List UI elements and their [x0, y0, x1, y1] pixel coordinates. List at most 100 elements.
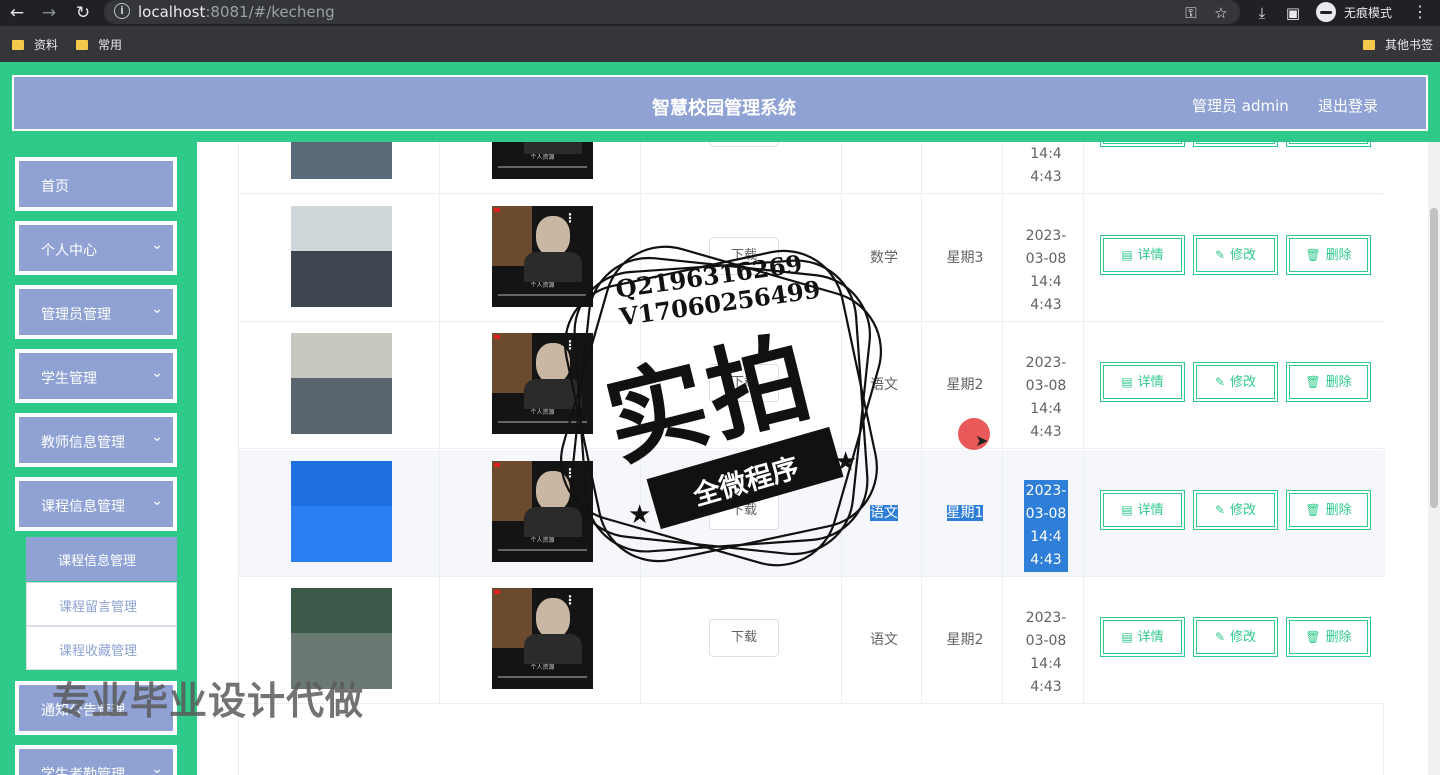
weekday-cell: 星期2 — [925, 374, 1005, 394]
course-video[interactable]: ⋮ 个人资源 — [492, 333, 593, 434]
course-video[interactable]: ⋮ 个人资源 — [492, 461, 593, 562]
detail-button[interactable]: ▤ 详情 — [1100, 617, 1185, 657]
created-time-cell: 2023-03-08 14:44:43 — [1006, 480, 1086, 572]
course-video[interactable]: ⋮ 个人资源 — [492, 206, 593, 307]
scrollbar-thumb[interactable] — [1430, 208, 1438, 508]
subject-cell: 语文 — [844, 502, 924, 522]
submenu-course-messages[interactable]: 课程留言管理 — [26, 582, 177, 626]
video-menu-icon[interactable]: ⋮ — [564, 211, 576, 225]
back-icon[interactable]: ← — [6, 2, 28, 24]
site-info-icon[interactable]: i — [114, 3, 130, 19]
weekday-text: 星期1 — [946, 505, 984, 521]
column-divider — [841, 577, 842, 704]
video-menu-icon[interactable]: ⋮ — [564, 593, 576, 607]
edit-button[interactable]: ✎ 修改 — [1193, 490, 1278, 530]
course-video[interactable]: ⋮ 个人资源 — [492, 588, 593, 689]
cover-image-bottom — [291, 251, 392, 307]
download-icon[interactable]: ⤓ — [1251, 2, 1273, 24]
url-path: :8081/#/kecheng — [205, 3, 335, 21]
table-row[interactable]: ⋮ 个人资源 下载 语文 星期2 2023-03-08 14:44:43 ▤ 详情 ✎ 修改 🗑 删除 — [239, 577, 1385, 704]
submenu-course-favorites[interactable]: 课程收藏管理 — [26, 626, 177, 670]
incognito-indicator[interactable]: 无痕模式 — [1314, 1, 1424, 23]
submenu-course-info[interactable]: 课程信息管理 — [26, 537, 177, 581]
course-cover-image[interactable] — [291, 206, 392, 307]
sidebar-item-personal-center[interactable]: 个人中心 ⌄ — [15, 221, 177, 275]
edit-button[interactable]: ✎ 修改 — [1193, 617, 1278, 657]
url-host: localhost — [138, 3, 206, 21]
video-frame-shirt — [524, 252, 582, 282]
incognito-label: 无痕模式 — [1344, 6, 1393, 20]
video-caption: 个人资源 — [530, 282, 555, 289]
subject-cell: 语文 — [844, 374, 924, 394]
course-cover-image[interactable] — [291, 461, 392, 562]
logout-link[interactable]: 退出登录 — [1318, 95, 1378, 116]
page-scrollbar[interactable] — [1428, 142, 1440, 775]
submenu-label: 课程收藏管理 — [59, 644, 138, 659]
sidebar-item-attendance-management[interactable]: 学生考勤管理 ⌄ — [15, 745, 177, 775]
sidebar-item-admin-management[interactable]: 管理员管理 ⌄ — [15, 285, 177, 339]
detail-label: 详情 — [1137, 630, 1164, 645]
download-button[interactable]: 下载 — [709, 619, 779, 657]
edit-pen-icon: ✎ — [1214, 503, 1226, 517]
created-time-text: 2023-03-08 14:44:43 — [1025, 355, 1067, 440]
video-progress-bar[interactable] — [498, 549, 587, 551]
edit-button[interactable]: ✎ 修改 — [1193, 235, 1278, 275]
header-bar: 智慧校园管理系统 管理员 admin 退出登录 — [8, 71, 1432, 135]
sidebar-item-teacher-management[interactable]: 教师信息管理 ⌄ — [15, 413, 177, 467]
other-bookmarks[interactable]: 其他书签 — [1363, 36, 1433, 53]
sidebar-item-label: 学生管理 — [41, 371, 97, 387]
mouse-cursor-icon: ➤ — [975, 431, 989, 450]
course-cover-image[interactable] — [291, 333, 392, 434]
sidebar-item-label: 首页 — [41, 179, 69, 195]
weekday-cell: 星期3 — [925, 247, 1005, 267]
trash-icon: 🗑 — [1305, 375, 1321, 389]
sidebar-item-home[interactable]: 首页 — [15, 157, 177, 211]
bookmark-folder-ziliao[interactable]: 资料 — [12, 36, 58, 53]
reload-icon[interactable]: ↻ — [72, 2, 94, 24]
bookmark-folder-changyong[interactable]: 常用 — [76, 36, 122, 53]
browser-toolbar: ← → ↻ i localhost:8081/#/kecheng ⚿ ☆ ⤓ ▣… — [0, 0, 1440, 26]
weekday-text: 星期3 — [946, 250, 984, 266]
delete-button[interactable]: 🗑 删除 — [1286, 617, 1371, 657]
chevron-down-icon: ⌄ — [151, 301, 163, 317]
document-icon: ▤ — [1121, 503, 1133, 517]
edit-label: 修改 — [1230, 503, 1257, 518]
side-panel-icon[interactable]: ▣ — [1282, 2, 1304, 24]
column-divider — [439, 450, 440, 577]
video-progress-bar[interactable] — [498, 166, 587, 168]
detail-button[interactable]: ▤ 详情 — [1100, 235, 1185, 275]
top-header: 智慧校园管理系统 管理员 admin 退出登录 — [0, 62, 1440, 142]
video-progress-bar[interactable] — [498, 421, 587, 423]
star-icon: ★ — [834, 447, 858, 477]
detail-button[interactable]: ▤ 详情 — [1100, 362, 1185, 402]
bookmark-star-icon[interactable]: ☆ — [1210, 2, 1232, 24]
video-caption: 个人资源 — [530, 537, 555, 544]
subject-text: 数学 — [870, 250, 898, 266]
delete-button[interactable]: 🗑 删除 — [1286, 235, 1371, 275]
video-progress-bar[interactable] — [498, 294, 587, 296]
video-menu-icon[interactable]: ⋮ — [564, 338, 576, 352]
current-user: 管理员 admin — [1192, 97, 1289, 115]
video-record-icon — [494, 590, 500, 594]
edit-button[interactable]: ✎ 修改 — [1193, 362, 1278, 402]
video-frame-shirt — [524, 379, 582, 409]
edit-label: 修改 — [1230, 630, 1257, 645]
address-bar[interactable]: i localhost:8081/#/kecheng — [104, 0, 1240, 24]
delete-button[interactable]: 🗑 删除 — [1286, 490, 1371, 530]
folder-icon — [76, 40, 88, 50]
video-progress-bar[interactable] — [498, 676, 587, 678]
sidebar-item-course-management[interactable]: 课程信息管理 ⌄ — [15, 477, 177, 531]
sidebar-item-student-management[interactable]: 学生管理 ⌄ — [15, 349, 177, 403]
delete-button[interactable]: 🗑 删除 — [1286, 362, 1371, 402]
forward-icon[interactable]: → — [38, 2, 60, 24]
weekday-cell: 星期1 — [925, 502, 1005, 522]
url-text[interactable]: localhost:8081/#/kecheng — [138, 3, 335, 21]
video-menu-icon[interactable]: ⋮ — [564, 466, 576, 480]
document-icon: ▤ — [1121, 375, 1133, 389]
detail-button[interactable]: ▤ 详情 — [1100, 490, 1185, 530]
browser-menu-icon[interactable]: ⋮ — [1412, 2, 1428, 21]
incognito-icon — [1316, 2, 1336, 22]
password-key-icon[interactable]: ⚿ — [1180, 2, 1202, 24]
video-frame-shirt — [524, 507, 582, 537]
cover-image-top — [291, 206, 392, 252]
